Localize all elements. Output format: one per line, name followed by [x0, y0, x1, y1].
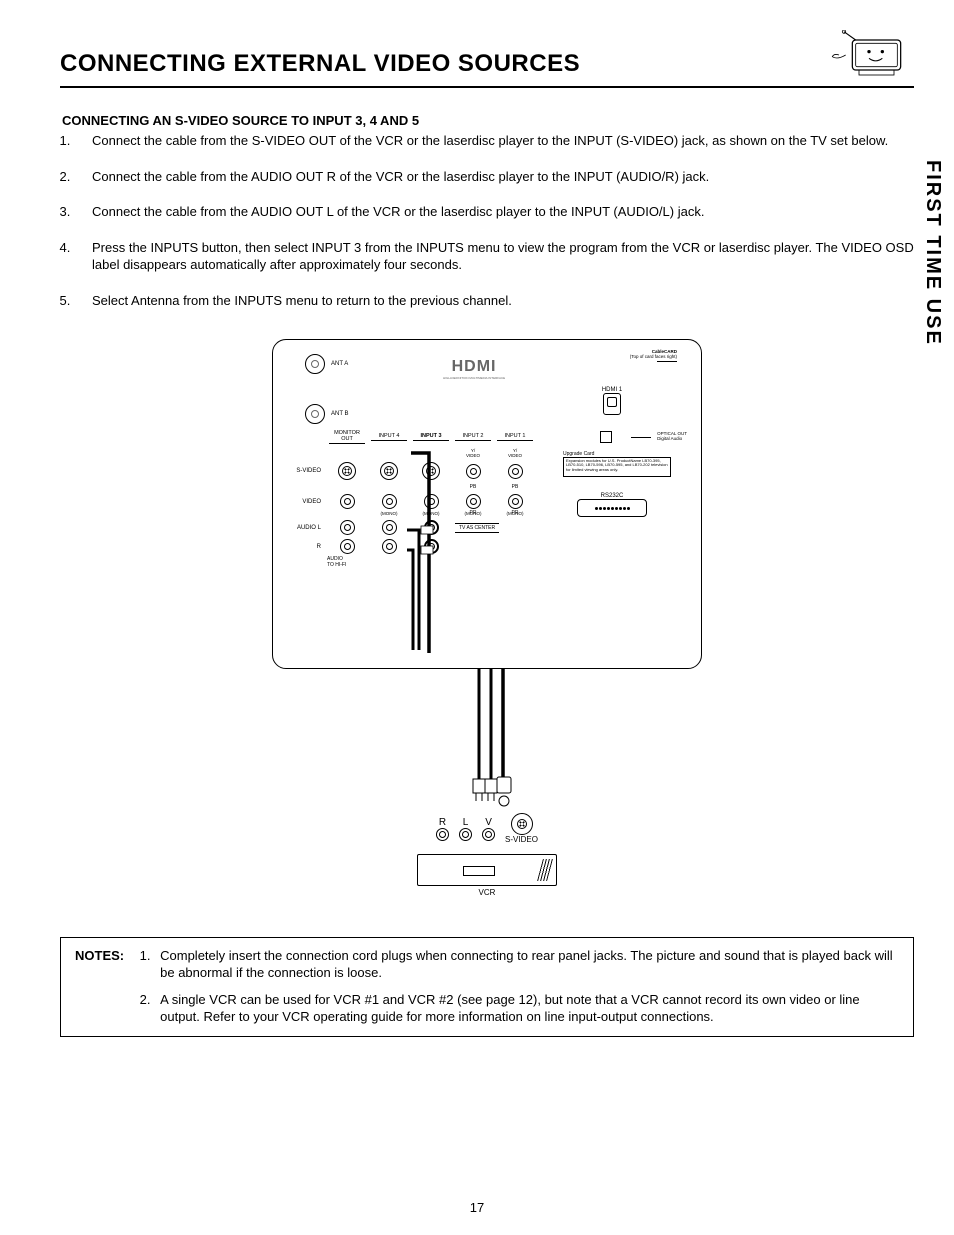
rca-jack	[508, 494, 523, 509]
notes-box: NOTES: Completely insert the connection …	[60, 937, 914, 1037]
hdmi-logo: HDMI	[443, 358, 505, 376]
ant-a-jack	[305, 354, 325, 374]
cable-run	[387, 669, 587, 819]
hdmi-port	[603, 393, 621, 415]
device-v-jack	[482, 828, 495, 841]
connection-diagram: ANT A HDMI HIGH-DEFINITION MULTIMEDIA IN…	[272, 339, 702, 897]
notes-label: NOTES:	[75, 948, 124, 1026]
side-tab: FIRST TIME USE	[921, 160, 944, 346]
col-in4: INPUT 4	[371, 433, 407, 441]
rs232-label: RS232C	[537, 493, 687, 499]
rs232-port	[577, 499, 647, 517]
section-heading: CONNECTING AN S-VIDEO SOURCE TO INPUT 3,…	[62, 113, 914, 128]
cablecard-sub: (Top of card faces right)	[537, 355, 677, 360]
rca-jack	[382, 494, 397, 509]
device-r-jack	[436, 828, 449, 841]
ant-a-label: ANT A	[331, 361, 348, 367]
svideo-jack-input3	[422, 462, 440, 480]
upgrade-note: Expansion modules for U.S. ProductName L…	[563, 457, 671, 477]
optical-out-jack	[600, 431, 612, 443]
note-item: Completely insert the connection cord pl…	[154, 948, 899, 982]
page-title: CONNECTING EXTERNAL VIDEO SOURCES	[60, 50, 580, 78]
step-item: Connect the cable from the AUDIO OUT R o…	[74, 168, 914, 186]
tv-as-center: TV AS CENTER	[455, 523, 499, 533]
device-l-jack	[459, 828, 472, 841]
title-rule	[60, 86, 914, 88]
svideo-jack	[338, 462, 356, 480]
rca-jack	[382, 520, 397, 535]
page-number: 17	[0, 1200, 954, 1215]
col-in2: INPUT 2	[455, 433, 491, 441]
page-header: CONNECTING EXTERNAL VIDEO SOURCES	[60, 50, 914, 80]
rca-jack	[466, 464, 481, 479]
step-item: Connect the cable from the S-VIDEO OUT o…	[74, 132, 914, 150]
rca-jack	[340, 494, 355, 509]
col-in3: INPUT 3	[413, 433, 449, 441]
col-monitor: MONITOR OUT	[329, 430, 365, 444]
audio-hifi-label: AUDIO TO HI-FI	[327, 556, 533, 568]
rca-jack	[508, 464, 523, 479]
rca-jack	[340, 520, 355, 535]
step-item: Connect the cable from the AUDIO OUT L o…	[74, 203, 914, 221]
rca-jack-input3-r	[424, 539, 439, 554]
rca-jack	[424, 494, 439, 509]
svideo-jack	[380, 462, 398, 480]
row-svideo: S-VIDEO	[283, 468, 323, 474]
tv-rear-panel: ANT A HDMI HIGH-DEFINITION MULTIMEDIA IN…	[272, 339, 702, 669]
step-item: Press the INPUTS button, then select INP…	[74, 239, 914, 274]
rca-jack	[466, 494, 481, 509]
vcr-label: VCR	[272, 888, 702, 897]
device-svideo-jack	[511, 813, 533, 835]
note-item: A single VCR can be used for VCR #1 and …	[154, 992, 899, 1026]
col-in1: INPUT 1	[497, 433, 533, 441]
tv-cartoon-icon	[824, 30, 914, 80]
row-video: VIDEO	[283, 499, 323, 505]
instruction-steps: Connect the cable from the S-VIDEO OUT o…	[60, 132, 914, 309]
ant-b-jack	[305, 404, 325, 424]
step-item: Select Antenna from the INPUTS menu to r…	[74, 292, 914, 310]
rca-jack	[340, 539, 355, 554]
rca-jack	[382, 539, 397, 554]
vcr-device	[417, 854, 557, 886]
notes-list: Completely insert the connection cord pl…	[136, 948, 899, 1026]
ant-b-label: ANT B	[331, 411, 349, 417]
rca-jack-input3-l	[424, 520, 439, 535]
optical-out-label: OPTICAL OUT Digital Audio	[657, 432, 687, 442]
